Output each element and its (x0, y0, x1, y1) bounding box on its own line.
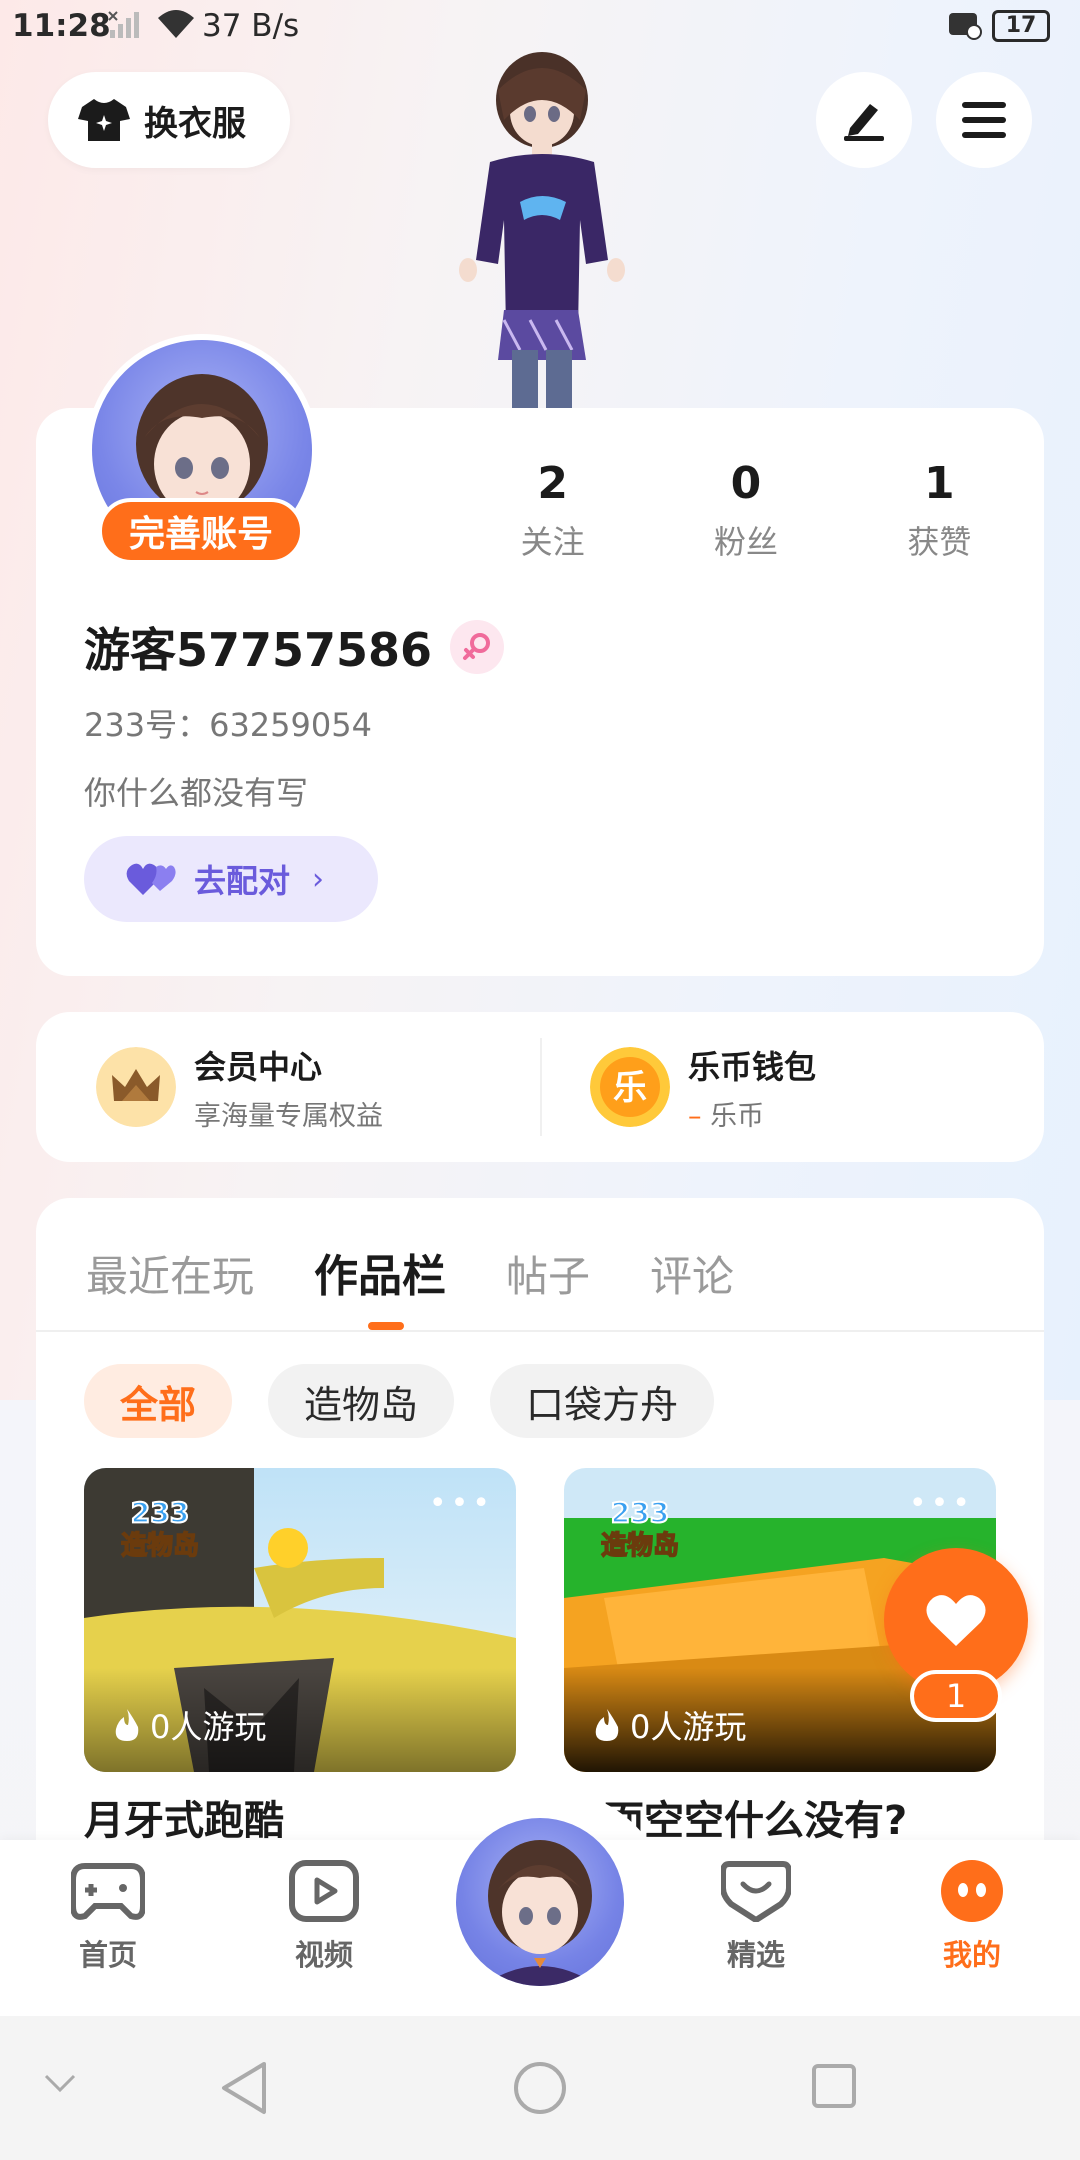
tshirt-icon (78, 99, 130, 141)
fire-icon (115, 1709, 139, 1741)
heart-icon (926, 1595, 986, 1646)
logo-number: 233 (611, 1496, 669, 1529)
crown-icon (96, 1047, 176, 1127)
following-count: 2 (537, 458, 568, 509)
nav-video-label: 视频 (294, 1938, 353, 1972)
logo-name: 造物岛 (121, 1530, 199, 1561)
wallet-balance-unit: 乐币 (710, 1100, 765, 1132)
following-label: 关注 (520, 523, 585, 561)
stat-following[interactable]: 2 关注 (456, 458, 649, 578)
complete-account-button[interactable]: 完善账号 (98, 498, 304, 564)
likes-count: 1 (924, 458, 955, 509)
match-label: 去配对 (194, 862, 291, 900)
vip-center[interactable]: 会员中心 享海量专属权益 (96, 1012, 383, 1162)
chevron-right-icon: › (312, 861, 325, 897)
followers-label: 粉丝 (713, 523, 778, 561)
game-card[interactable]: 233 造物岛 ••• 0人游玩 (84, 1468, 516, 1772)
nav-featured[interactable]: 精选 (686, 1860, 826, 1974)
followers-count: 0 (730, 458, 762, 509)
play-icon (289, 1860, 359, 1922)
stat-likes[interactable]: 1 获赞 (843, 458, 1036, 578)
like-count-badge: 1 (910, 1670, 1002, 1722)
female-icon (450, 620, 505, 674)
battery-indicator: 17 (992, 10, 1050, 42)
avatar-character-3d[interactable] (420, 50, 660, 410)
menu-button[interactable] (936, 72, 1032, 168)
tab-indicator (368, 1322, 404, 1330)
tab-posts[interactable]: 帖子 (506, 1243, 590, 1304)
vip-subtitle: 享海量专属权益 (194, 1100, 383, 1132)
user-bio: 你什么都没有写 (84, 774, 309, 812)
nav-video[interactable]: 视频 (254, 1860, 394, 1974)
nav-mine[interactable]: 我的 (902, 1860, 1042, 1974)
nav-center-avatar[interactable] (456, 1818, 624, 1986)
logo-name: 造物岛 (601, 1530, 679, 1561)
recents-icon[interactable] (810, 2062, 858, 2110)
nav-featured-label: 精选 (726, 1938, 785, 1972)
tab-comments[interactable]: 评论 (650, 1243, 734, 1304)
stats-row: 2 关注 0 粉丝 1 获赞 (456, 458, 1036, 578)
more-options-icon[interactable]: ••• (909, 1486, 974, 1521)
more-options-icon[interactable]: ••• (429, 1486, 494, 1521)
profile-face-icon (941, 1860, 1003, 1922)
system-navigation-bar (0, 2016, 1080, 2160)
play-count-text: 0人游玩 (150, 1708, 267, 1746)
member-card: 会员中心 享海量专属权益 乐 乐币钱包 – 乐币 (36, 1012, 1044, 1162)
username: 游客57757586 (84, 623, 433, 677)
creation-island-logo: 233 造物岛 (600, 1495, 680, 1562)
user-id: 233号：63259054 (84, 706, 372, 744)
tab-divider (36, 1330, 1044, 1332)
hamburger-icon (962, 102, 1006, 138)
username-row: 游客57757586 (84, 614, 505, 680)
nav-mine-label: 我的 (942, 1938, 1001, 1972)
network-speed: 37 B/s (202, 8, 300, 44)
match-button[interactable]: 去配对 › (84, 836, 378, 922)
vip-title: 会员中心 (194, 1047, 323, 1086)
pen-icon (844, 104, 884, 141)
play-count: 0人游玩 (592, 1702, 746, 1748)
chip-creation-island[interactable]: 造物岛 (268, 1364, 455, 1438)
coin-glyph: 乐 (613, 1068, 647, 1108)
heart-chat-icon (720, 1861, 792, 1924)
wallet[interactable]: 乐 乐币钱包 – 乐币 (590, 1012, 816, 1162)
signal-icon (108, 11, 139, 38)
chip-all[interactable]: 全部 (84, 1364, 233, 1438)
status-bar: 11:28 37 B/s 17 (0, 0, 1080, 56)
fire-icon (595, 1709, 619, 1741)
creation-island-logo: 233 造物岛 (120, 1495, 200, 1562)
status-time: 11:28 (12, 8, 111, 44)
back-icon[interactable] (218, 2060, 270, 2116)
logo-number: 233 (131, 1496, 189, 1529)
wallet-balance-dash: – (688, 1100, 702, 1132)
message-status-icon (949, 13, 982, 40)
play-count: 0人游玩 (112, 1702, 266, 1748)
change-outfit-button[interactable]: 换衣服 (48, 72, 290, 168)
works-tabs: 最近在玩 作品栏 帖子 评论 (86, 1240, 794, 1304)
edit-profile-button[interactable] (816, 72, 912, 168)
tab-recent-played[interactable]: 最近在玩 (86, 1243, 254, 1304)
filter-chips: 全部 造物岛 口袋方舟 (84, 1364, 750, 1438)
likes-label: 获赞 (907, 523, 972, 561)
coin-icon: 乐 (590, 1047, 670, 1127)
wallet-title: 乐币钱包 (688, 1047, 817, 1086)
stat-followers[interactable]: 0 粉丝 (649, 458, 842, 578)
chip-pocket-ark[interactable]: 口袋方舟 (490, 1364, 715, 1438)
tab-works[interactable]: 作品栏 (314, 1240, 446, 1304)
game-title[interactable]: 月牙式跑酷 (84, 1788, 284, 1846)
wallet-balance: – 乐币 (688, 1094, 816, 1133)
nav-home-label: 首页 (78, 1938, 137, 1972)
play-count-text: 0人游玩 (630, 1708, 747, 1746)
double-heart-icon (126, 863, 176, 895)
change-outfit-label: 换衣服 (144, 103, 246, 144)
wifi-icon (158, 10, 194, 38)
home-icon[interactable] (512, 2060, 568, 2116)
member-divider (540, 1038, 542, 1136)
nav-home[interactable]: 首页 (38, 1860, 178, 1974)
gamepad-icon (70, 1863, 146, 1920)
collapse-icon[interactable] (42, 2072, 78, 2096)
